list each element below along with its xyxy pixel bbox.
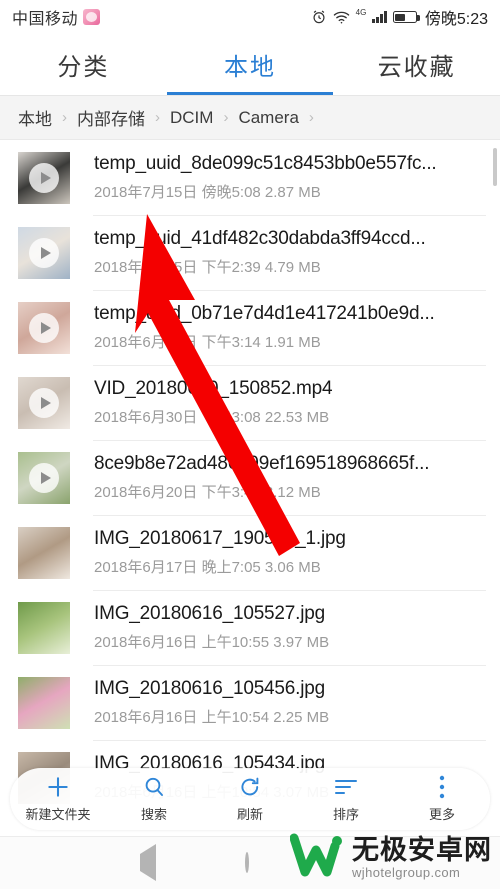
file-details: 2018年6月16日 上午10:54 2.25 MB xyxy=(94,709,330,726)
chevron-right-icon: › xyxy=(308,109,314,126)
file-thumbnail xyxy=(18,676,70,729)
thumbnail-image xyxy=(18,676,70,729)
new-folder-button[interactable]: 新建文件夹 xyxy=(10,775,106,823)
file-thumbnail xyxy=(18,451,70,504)
play-icon xyxy=(29,462,59,493)
tab-bar: 分类 本地 云收藏 xyxy=(0,34,500,96)
chevron-right-icon: › xyxy=(155,109,160,126)
watermark-title: 无极安卓网 xyxy=(352,834,492,865)
play-icon xyxy=(29,387,59,418)
file-meta: IMG_20180617_190503_1.jpg 2018年6月17日 晚上7:… xyxy=(94,528,488,577)
refresh-button[interactable]: 刷新 xyxy=(202,775,298,823)
status-bar-right: 4G 傍晚5:23 xyxy=(311,5,488,29)
file-meta: 8ce9b8e72ad486799ef169518968665f... 2018年… xyxy=(94,453,488,502)
breadcrumb-item-camera[interactable]: Camera xyxy=(238,108,298,128)
file-name: VID_20180630_150852.mp4 xyxy=(94,378,333,399)
file-row[interactable]: temp_uuid_8de099c51c8453bb0e557fc... 2018… xyxy=(0,140,500,215)
file-row[interactable]: 8ce9b8e72ad486799ef169518968665f... 2018年… xyxy=(0,440,500,515)
file-list[interactable]: temp_uuid_8de099c51c8453bb0e557fc... 2018… xyxy=(0,140,500,836)
file-details: 2018年6月30日 下午3:08 22.53 MB xyxy=(94,409,330,426)
breadcrumb: 本地 › 内部存储 › DCIM › Camera › xyxy=(0,96,500,140)
w-logo-icon xyxy=(289,830,344,885)
file-name: 8ce9b8e72ad486799ef169518968665f... xyxy=(94,453,430,474)
file-details: 2018年6月20日 下午3:43 3.12 MB xyxy=(94,484,321,501)
tab-categories[interactable]: 分类 xyxy=(0,34,167,95)
chevron-right-icon: › xyxy=(223,109,229,126)
file-details: 2018年7月15日 傍晚5:08 2.87 MB xyxy=(94,184,321,201)
thumbnail-image xyxy=(18,526,70,579)
file-meta: temp_uuid_0b71e7d4d1e417241b0e9d... 2018年… xyxy=(94,303,488,352)
file-details: 2018年7月15日 下午2:39 4.79 MB xyxy=(94,259,321,276)
search-label: 搜索 xyxy=(140,807,167,822)
plus-icon xyxy=(45,775,71,799)
file-row[interactable]: VID_20180630_150852.mp4 2018年6月30日 下午3:08… xyxy=(0,365,500,440)
breadcrumb-item-local[interactable]: 本地 xyxy=(18,105,52,130)
file-row[interactable]: temp_uuid_0b71e7d4d1e417241b0e9d... 2018年… xyxy=(0,290,500,365)
file-name: temp_uuid_41df482c30dabda3ff94ccd... xyxy=(94,228,426,249)
sort-lines-icon xyxy=(333,775,359,799)
file-details: 2018年6月16日 上午10:55 3.97 MB xyxy=(94,634,330,651)
tab-local[interactable]: 本地 xyxy=(167,34,334,95)
play-icon xyxy=(29,162,59,193)
file-row[interactable]: IMG_20180616_105456.jpg 2018年6月16日 上午10:5… xyxy=(0,665,500,740)
file-thumbnail xyxy=(18,526,70,579)
file-meta: temp_uuid_41df482c30dabda3ff94ccd... 2018… xyxy=(94,228,488,277)
file-meta: temp_uuid_8de099c51c8453bb0e557fc... 2018… xyxy=(94,153,488,202)
signal-bars-icon xyxy=(372,11,387,23)
breadcrumb-item-dcim[interactable]: DCIM xyxy=(170,108,213,128)
file-thumbnail xyxy=(18,151,70,204)
back-triangle-icon[interactable] xyxy=(140,844,156,881)
file-name: IMG_20180616_105456.jpg xyxy=(94,678,325,699)
file-meta: IMG_20180616_105456.jpg 2018年6月16日 上午10:5… xyxy=(94,678,488,727)
file-name: temp_uuid_0b71e7d4d1e417241b0e9d... xyxy=(94,303,435,324)
file-name: IMG_20180617_190503_1.jpg xyxy=(94,528,346,549)
search-button[interactable]: 搜索 xyxy=(106,775,202,823)
wifi-icon xyxy=(333,11,350,24)
status-bar: 中国移动 4G 傍晚5:23 xyxy=(0,0,500,34)
sort-button[interactable]: 排序 xyxy=(298,775,394,823)
file-row[interactable]: temp_uuid_41df482c30dabda3ff94ccd... 2018… xyxy=(0,215,500,290)
alarm-clock-icon xyxy=(311,9,327,25)
tab-cloud-favorites[interactable]: 云收藏 xyxy=(333,34,500,95)
search-icon xyxy=(142,775,166,799)
file-name: temp_uuid_8de099c51c8453bb0e557fc... xyxy=(94,153,437,174)
more-button[interactable]: 更多 xyxy=(394,775,490,823)
play-icon xyxy=(29,312,59,343)
file-thumbnail xyxy=(18,301,70,354)
file-thumbnail xyxy=(18,226,70,279)
file-details: 2018年6月30日 下午3:14 1.91 MB xyxy=(94,334,321,351)
file-meta: VID_20180630_150852.mp4 2018年6月30日 下午3:08… xyxy=(94,378,488,427)
network-type-label: 4G xyxy=(355,8,367,17)
file-name: IMG_20180616_105527.jpg xyxy=(94,603,325,624)
phone-screen: 中国移动 4G 傍晚5:23 分类 本地 云收藏 本地 › 内部存储 › DCI… xyxy=(0,0,500,889)
status-time: 傍晚5:23 xyxy=(424,11,488,28)
file-details: 2018年6月17日 晚上7:05 3.06 MB xyxy=(94,559,321,576)
breadcrumb-item-internal-storage[interactable]: 内部存储 xyxy=(77,105,145,130)
pink-app-badge-icon xyxy=(83,9,101,25)
status-bar-left: 中国移动 xyxy=(12,5,101,29)
new-folder-label: 新建文件夹 xyxy=(25,807,91,822)
file-row[interactable]: IMG_20180617_190503_1.jpg 2018年6月17日 晚上7:… xyxy=(0,515,500,590)
refresh-icon xyxy=(238,775,262,799)
file-thumbnail xyxy=(18,376,70,429)
file-thumbnail xyxy=(18,601,70,654)
more-vertical-icon xyxy=(438,775,446,799)
file-row[interactable]: IMG_20180616_105527.jpg 2018年6月16日 上午10:5… xyxy=(0,590,500,665)
watermark: 无极安卓网 wjhotelgroup.com xyxy=(289,830,492,885)
thumbnail-image xyxy=(18,601,70,654)
watermark-url: wjhotelgroup.com xyxy=(352,864,461,880)
watermark-text: 无极安卓网 wjhotelgroup.com xyxy=(352,834,492,880)
battery-half-icon xyxy=(392,11,420,23)
home-circle-icon[interactable] xyxy=(245,852,249,873)
carrier-label: 中国移动 xyxy=(12,11,79,28)
bottom-toolbar: 新建文件夹 搜索 刷新 排序 更多 xyxy=(10,768,490,830)
sort-label: 排序 xyxy=(332,807,359,822)
play-icon xyxy=(29,237,59,268)
refresh-label: 刷新 xyxy=(236,807,263,822)
more-label: 更多 xyxy=(428,807,455,822)
file-meta: IMG_20180616_105527.jpg 2018年6月16日 上午10:5… xyxy=(94,603,488,652)
chevron-right-icon: › xyxy=(62,109,67,126)
